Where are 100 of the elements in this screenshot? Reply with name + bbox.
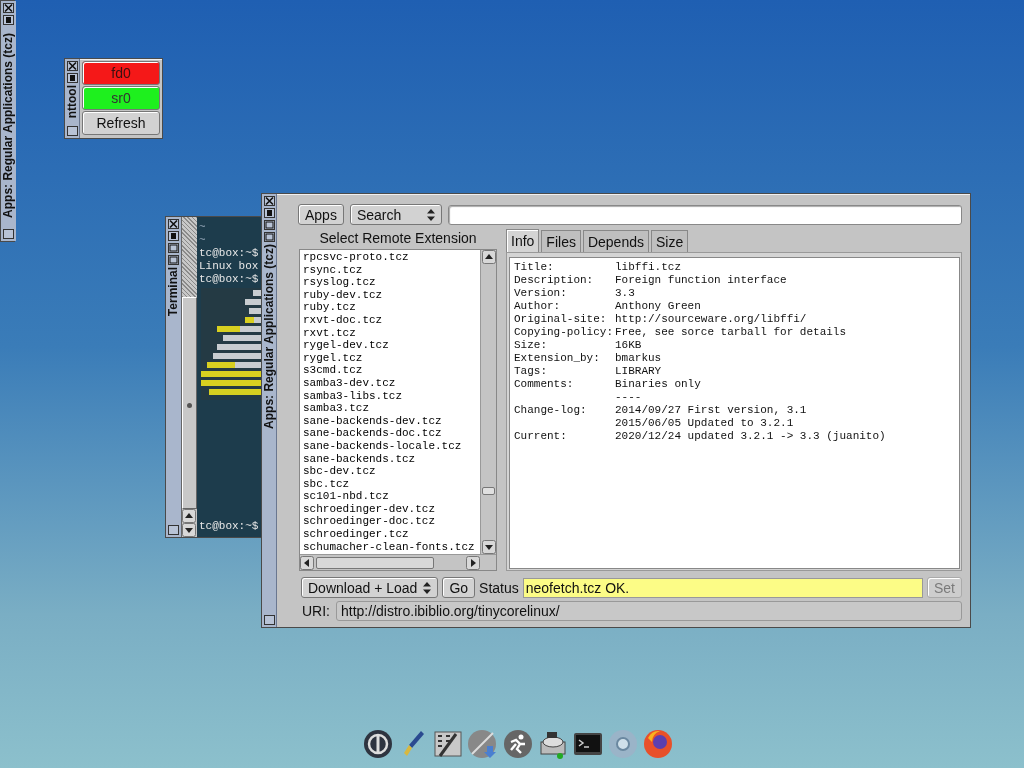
info-value: bmarkus	[615, 352, 663, 365]
fox-browser-icon[interactable]	[642, 728, 674, 760]
device-button[interactable]: sr0	[82, 86, 160, 110]
info-value: Free, see sorce tarball for details	[615, 326, 848, 339]
power-icon[interactable]	[362, 728, 394, 760]
go-button[interactable]: Go	[442, 577, 476, 599]
extension-list-item[interactable]: sane-backends-locale.tcz	[303, 439, 477, 453]
extension-list-item[interactable]: rygel-dev.tcz	[303, 339, 477, 352]
extension-list-item[interactable]: rxvt.tcz	[303, 326, 477, 340]
maximize-icon[interactable]	[168, 255, 179, 265]
extension-list-item[interactable]: sane-backends.tcz	[303, 452, 477, 466]
refresh-button[interactable]: Refresh	[82, 111, 160, 135]
vertical-scrollbar[interactable]	[480, 250, 496, 555]
extension-list-item[interactable]: ruby-dev.tcz	[303, 288, 477, 302]
running-man-icon[interactable]	[502, 728, 534, 760]
extension-list-item[interactable]: rsyslog.tcz	[303, 276, 477, 289]
info-value: 3.3	[615, 287, 636, 300]
tab[interactable]: Info	[506, 229, 540, 252]
tab[interactable]: Depends	[582, 230, 649, 252]
info-key: Version:	[514, 287, 615, 300]
shade-icon[interactable]	[168, 525, 179, 535]
tab[interactable]: Size	[650, 230, 689, 252]
extension-list-item[interactable]: rpcsvc-proto.tcz	[303, 251, 477, 264]
extension-list-item[interactable]: rxvt-doc.tcz	[303, 313, 477, 327]
extension-list-item[interactable]: sane-backends-dev.tcz	[303, 414, 477, 428]
info-key: Size:	[514, 339, 615, 352]
list-heading: Select Remote Extension	[318, 229, 478, 248]
uri-label: URI:	[302, 603, 330, 620]
close-icon[interactable]	[168, 219, 179, 229]
horizontal-scrollbar[interactable]	[300, 554, 496, 571]
window-title: Apps: Regular Applications (tcz)	[2, 33, 15, 218]
uri-field[interactable]: http://distro.ibiblio.org/tinycorelinux/	[336, 601, 962, 622]
action-dropdown[interactable]: Download + Load	[301, 577, 439, 599]
info-value: LIBRARY	[615, 365, 663, 378]
status-label: Status	[479, 579, 519, 596]
control-panel-icon[interactable]	[432, 728, 464, 760]
extension-list-item[interactable]: samba3.tcz	[303, 402, 477, 415]
info-value: 2020/12/24 updated 3.2.1 -> 3.3 (juanito)	[615, 430, 887, 443]
terminal-line: tc@box:~$	[199, 247, 260, 260]
tab[interactable]: Files	[541, 230, 581, 252]
maximize-icon[interactable]	[263, 232, 275, 242]
scrollbar[interactable]	[181, 217, 197, 537]
info-key: Change-log:	[514, 404, 615, 417]
info-key: Original-site:	[514, 313, 615, 326]
terminal-line: ~	[199, 234, 207, 247]
info-key: Tags:	[514, 365, 615, 378]
window-title: Terminal	[167, 267, 180, 317]
extension-list-item[interactable]: schroedinger-doc.tcz	[303, 515, 477, 529]
maximize-icon[interactable]	[263, 220, 275, 230]
extension-list-item[interactable]: samba3-libs.tcz	[303, 389, 477, 403]
extension-list[interactable]	[299, 249, 497, 572]
info-value: 16KB	[615, 339, 643, 352]
extension-list-item[interactable]: sc101-nbd.tcz	[303, 490, 477, 503]
apps-button[interactable]: Apps	[298, 204, 344, 225]
info-value: 2014/09/27 First version, 3.1	[615, 404, 808, 417]
extension-list-item[interactable]: s3cmd.tcz	[303, 364, 477, 377]
extension-list-item[interactable]: sbc.tcz	[303, 477, 477, 491]
shade-icon[interactable]	[263, 615, 275, 625]
extension-list-item[interactable]: sbc-dev.tcz	[303, 465, 477, 478]
minimize-icon[interactable]	[168, 231, 179, 241]
scroll-thumb[interactable]	[482, 487, 495, 496]
scroll-thumb[interactable]	[316, 556, 434, 569]
extension-list-item[interactable]: samba3-dev.tcz	[303, 376, 477, 390]
terminal-line: Linux box	[199, 260, 260, 273]
minimize-icon[interactable]	[66, 73, 78, 83]
close-icon[interactable]	[66, 61, 78, 71]
terminal-line: tc@box:~$	[199, 273, 260, 286]
status-field: neofetch.tcz OK.	[522, 577, 923, 598]
close-icon[interactable]	[263, 196, 275, 206]
extension-list-item[interactable]: rygel.tcz	[303, 351, 477, 365]
minimize-icon[interactable]	[3, 15, 14, 25]
extension-list-item[interactable]: schroedinger.tcz	[303, 528, 477, 541]
info-value: ----	[615, 391, 643, 404]
extension-list-item[interactable]: ruby.tcz	[303, 301, 477, 314]
info-key: Title:	[514, 261, 615, 274]
minimize-icon[interactable]	[263, 208, 275, 218]
shade-icon[interactable]	[66, 126, 78, 136]
search-mode-dropdown[interactable]: Search	[349, 204, 442, 225]
search-field[interactable]	[447, 204, 962, 225]
info-value: Anthony Green	[615, 300, 702, 313]
extension-list-item[interactable]: rsync.tcz	[303, 263, 477, 277]
shade-icon[interactable]	[3, 229, 14, 239]
info-key: Description:	[514, 274, 615, 287]
info-key: Comments:	[514, 378, 615, 391]
device-button[interactable]: fd0	[82, 61, 160, 85]
info-value: Foreign function interface	[615, 274, 788, 287]
info-key: Author:	[514, 300, 615, 313]
caret-icon	[423, 581, 432, 594]
info-value: http://sourceware.org/libffi/	[615, 313, 808, 326]
info-key: Current:	[514, 430, 615, 443]
close-icon[interactable]	[3, 3, 14, 13]
info-key: Copying-policy:	[514, 326, 615, 339]
extension-list-item[interactable]: schumacher-clean-fonts.tcz	[303, 540, 477, 554]
extension-list-item[interactable]: schroedinger-dev.tcz	[303, 502, 477, 516]
window-title: nttool	[65, 85, 79, 119]
info-value: Binaries only	[615, 378, 702, 391]
maximize-icon[interactable]	[168, 243, 179, 253]
extension-list-item[interactable]: sane-backends-doc.tcz	[303, 427, 477, 440]
terminal-prompt: tc@box:~$	[199, 520, 260, 533]
info-key: Extension_by:	[514, 352, 615, 365]
